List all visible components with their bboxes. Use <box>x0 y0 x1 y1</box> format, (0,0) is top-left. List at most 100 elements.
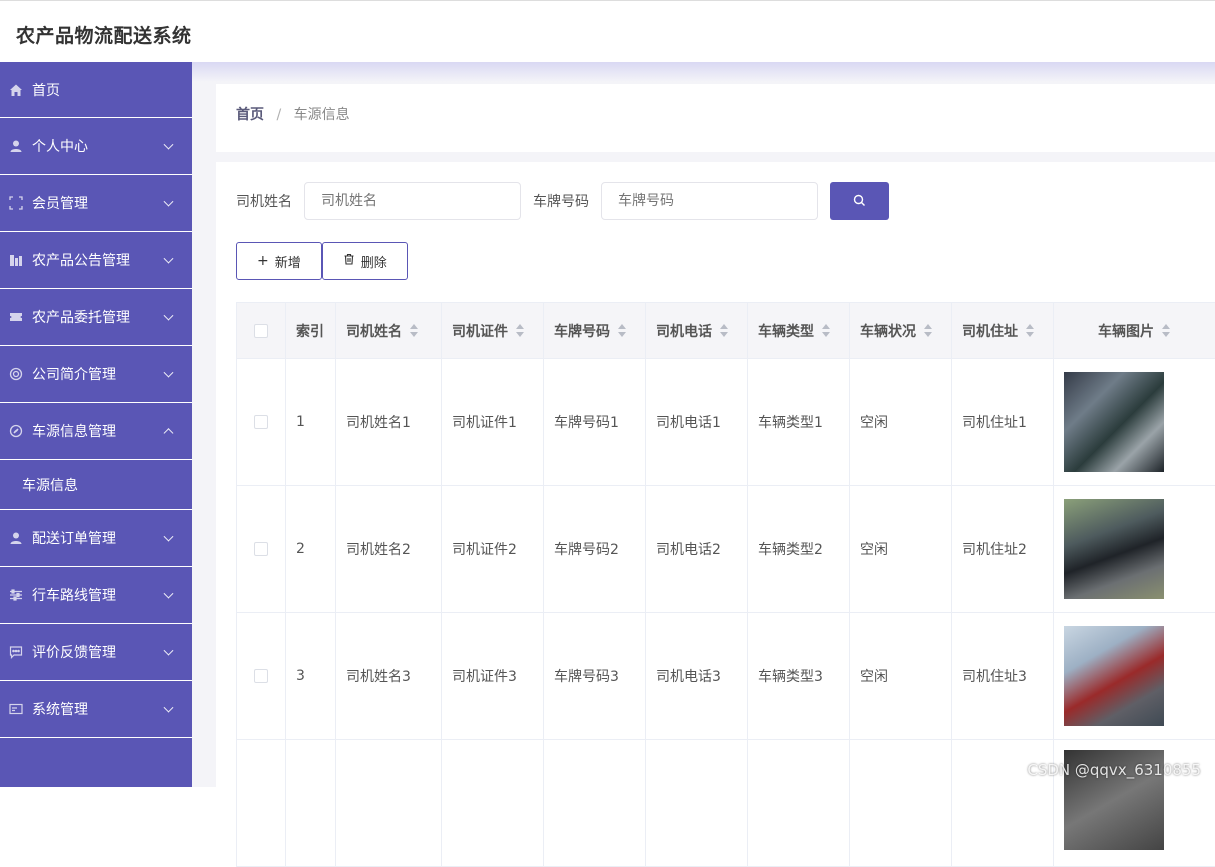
cell-driver-name: 司机姓名1 <box>336 359 442 485</box>
sort-icon[interactable] <box>617 324 627 338</box>
sort-icon[interactable] <box>923 324 933 338</box>
cell-index: 1 <box>286 359 336 485</box>
cell-index: 3 <box>286 613 336 739</box>
table-row[interactable]: 1 司机姓名1 司机证件1 车牌号码1 司机电话1 车辆类型1 空闲 司机住址1 <box>236 359 1215 486</box>
delete-button[interactable]: 删除 <box>322 242 408 280</box>
sidebar-item-label: 车源信息管理 <box>32 421 116 441</box>
sidebar-item-vehicle-management[interactable]: 车源信息管理 <box>0 403 192 460</box>
circle-icon <box>8 366 24 382</box>
plate-number-input[interactable] <box>601 182 818 220</box>
column-header-driver-address[interactable]: 司机住址 <box>952 303 1054 358</box>
trash-icon <box>343 253 355 269</box>
breadcrumb: 首页 / 车源信息 <box>236 104 350 124</box>
sidebar-item-consignments[interactable]: 农产品委托管理 <box>0 289 192 346</box>
sidebar-item-label: 农产品委托管理 <box>32 307 130 327</box>
row-checkbox[interactable] <box>254 415 268 429</box>
column-header-vehicle-status[interactable]: 车辆状况 <box>850 303 952 358</box>
sidebar-item-members[interactable]: 会员管理 <box>0 175 192 232</box>
add-button[interactable]: + 新增 <box>236 242 322 280</box>
frame-icon <box>8 195 24 211</box>
sidebar-item-label: 首页 <box>32 80 60 100</box>
user-icon <box>8 138 24 154</box>
driver-name-input[interactable] <box>304 182 521 220</box>
chevron-down-icon <box>164 311 174 321</box>
sidebar-item-label: 公司简介管理 <box>32 364 116 384</box>
cell-vehicle-type: 车辆类型3 <box>748 613 850 739</box>
sidebar-item-label: 个人中心 <box>32 136 88 156</box>
sidebar-item-feedback[interactable]: 评价反馈管理 <box>0 624 192 681</box>
cell-plate-number: 车牌号码3 <box>544 613 646 739</box>
sidebar-item-personal-center[interactable]: 个人中心 <box>0 118 192 175</box>
table-header: 索引 司机姓名 司机证件 车牌号码 司机电话 车辆类型 车辆状况 司机住址 车辆… <box>236 303 1215 359</box>
sidebar-item-label: 系统管理 <box>32 699 88 719</box>
chevron-down-icon <box>164 254 174 264</box>
sidebar-item-system[interactable]: 系统管理 <box>0 681 192 738</box>
cell-driver-phone: 司机电话2 <box>646 486 748 612</box>
sort-icon[interactable] <box>515 324 525 338</box>
vehicle-image[interactable] <box>1064 626 1164 726</box>
cell-driver-address: 司机住址3 <box>952 613 1054 739</box>
home-icon <box>8 82 24 98</box>
chevron-down-icon <box>164 703 174 713</box>
cell-driver-license: 司机证件3 <box>442 613 544 739</box>
cell-driver-address: 司机住址2 <box>952 486 1054 612</box>
cell-driver-name: 司机姓名3 <box>336 613 442 739</box>
breadcrumb-separator: / <box>276 107 281 123</box>
top-bar: 农产品物流配送系统 <box>0 0 1215 62</box>
column-header-vehicle-image[interactable]: 车辆图片 <box>1054 303 1215 358</box>
vehicle-table: 索引 司机姓名 司机证件 车牌号码 司机电话 车辆类型 车辆状况 司机住址 车辆… <box>236 302 1215 867</box>
chevron-down-icon <box>164 646 174 656</box>
select-all-checkbox[interactable] <box>254 324 268 338</box>
cell-vehicle-status: 空闲 <box>850 359 952 485</box>
card-icon <box>8 701 24 717</box>
table-row[interactable]: 2 司机姓名2 司机证件2 车牌号码2 司机电话2 车辆类型2 空闲 司机住址2 <box>236 486 1215 613</box>
sidebar-item-routes[interactable]: 行车路线管理 <box>0 567 192 624</box>
message-icon <box>8 644 24 660</box>
chevron-down-icon <box>164 140 174 150</box>
cell-driver-name: 司机姓名2 <box>336 486 442 612</box>
search-button[interactable] <box>830 182 889 220</box>
row-checkbox[interactable] <box>254 542 268 556</box>
sidebar-item-announcements[interactable]: 农产品公告管理 <box>0 232 192 289</box>
action-buttons: + 新增 删除 <box>236 242 408 280</box>
search-bar: 司机姓名 车牌号码 <box>236 182 889 220</box>
cell-vehicle-type: 车辆类型2 <box>748 486 850 612</box>
driver-name-label: 司机姓名 <box>236 191 292 211</box>
sidebar-subitem-vehicle-info[interactable]: 车源信息 <box>0 460 192 510</box>
building-icon <box>8 252 24 268</box>
column-header-driver-phone[interactable]: 司机电话 <box>646 303 748 358</box>
row-checkbox[interactable] <box>254 669 268 683</box>
sidebar-item-label: 配送订单管理 <box>32 528 116 548</box>
column-header-driver-license[interactable]: 司机证件 <box>442 303 544 358</box>
vehicle-image[interactable] <box>1064 372 1164 472</box>
column-header-vehicle-type[interactable]: 车辆类型 <box>748 303 850 358</box>
cell-index: 2 <box>286 486 336 612</box>
app-title: 农产品物流配送系统 <box>16 21 192 48</box>
breadcrumb-home[interactable]: 首页 <box>236 107 264 123</box>
sliders-icon <box>8 587 24 603</box>
sidebar-item-delivery-orders[interactable]: 配送订单管理 <box>0 510 192 567</box>
main-area: 首页 / 车源信息 司机姓名 车牌号码 + 新增 <box>192 62 1215 787</box>
sort-icon[interactable] <box>1025 324 1035 338</box>
user-icon <box>8 530 24 546</box>
sidebar-item-label: 评价反馈管理 <box>32 642 116 662</box>
cell-vehicle-type: 车辆类型1 <box>748 359 850 485</box>
cell-driver-phone: 司机电话3 <box>646 613 748 739</box>
vehicle-image[interactable] <box>1064 499 1164 599</box>
cell-driver-address: 司机住址1 <box>952 359 1054 485</box>
add-button-label: 新增 <box>275 252 301 271</box>
table-row[interactable] <box>236 740 1215 867</box>
sort-icon[interactable] <box>1161 324 1171 338</box>
sort-icon[interactable] <box>719 324 729 338</box>
sort-icon[interactable] <box>409 324 419 338</box>
sidebar-item-label: 农产品公告管理 <box>32 250 130 270</box>
cell-vehicle-status: 空闲 <box>850 613 952 739</box>
column-header-driver-name[interactable]: 司机姓名 <box>336 303 442 358</box>
column-header-plate-number[interactable]: 车牌号码 <box>544 303 646 358</box>
sidebar-item-company-profile[interactable]: 公司简介管理 <box>0 346 192 403</box>
sidebar-item-home[interactable]: 首页 <box>0 62 192 118</box>
plus-icon: + <box>257 253 269 269</box>
table-row[interactable]: 3 司机姓名3 司机证件3 车牌号码3 司机电话3 车辆类型3 空闲 司机住址3 <box>236 613 1215 740</box>
sort-icon[interactable] <box>821 324 831 338</box>
cell-driver-phone: 司机电话1 <box>646 359 748 485</box>
